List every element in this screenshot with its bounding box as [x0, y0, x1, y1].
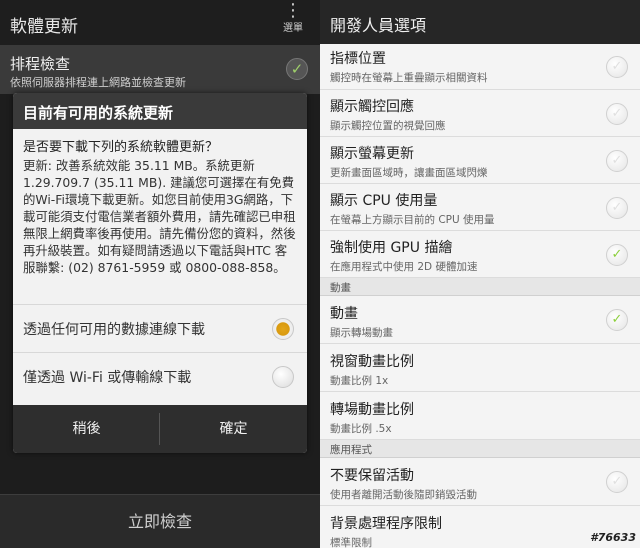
dialog-button-bar: 稍後 確定: [13, 405, 307, 453]
row-subtitle: 動畫比例 .5x: [330, 423, 392, 435]
row-subtitle: 觸控時在螢幕上重疊顯示相關資料: [330, 72, 488, 84]
row-title: 不要保留活動: [330, 468, 414, 484]
section-label: 動畫: [330, 282, 351, 294]
screen-title: 開發人員選項: [330, 16, 427, 35]
option-any-connection-label: 透過任何可用的數據連線下載: [23, 322, 205, 338]
row-title: 背景處理程序限制: [330, 516, 442, 532]
action-bar: 軟體更新 ⋮ 選單: [0, 0, 320, 46]
animation-row[interactable]: 動畫 顯示轉場動畫 ✓: [320, 296, 640, 344]
row-subtitle: 標準限制: [330, 537, 372, 548]
show-cpu-usage-checkbox[interactable]: ✓: [606, 197, 628, 219]
row-title: 視窗動畫比例: [330, 354, 414, 370]
checkmark-icon: ✓: [611, 106, 623, 121]
ok-button[interactable]: 確定: [160, 405, 307, 453]
software-update-screen: 軟體更新 ⋮ 選單 排程檢查 依照伺服器排程連上網路並檢查更新 ✓ 目前有可用的…: [0, 0, 320, 548]
option-any-connection-radio[interactable]: [272, 318, 294, 340]
later-button[interactable]: 稍後: [13, 405, 160, 453]
dont-keep-activities-row[interactable]: 不要保留活動 使用者離開活動後隨即銷毀活動 ✓: [320, 458, 640, 506]
pointer-location-row[interactable]: 指標位置 觸控時在螢幕上重疊顯示相關資料 ✓: [320, 44, 640, 90]
row-title: 強制使用 GPU 描繪: [330, 240, 453, 256]
animation-checkbox[interactable]: ✓: [606, 309, 628, 331]
dont-keep-activities-checkbox[interactable]: ✓: [606, 471, 628, 493]
check-now-button[interactable]: 立即檢查: [0, 495, 320, 548]
transition-animation-scale-row[interactable]: 轉場動畫比例 動畫比例 .5x: [320, 392, 640, 440]
checkmark-icon: ✓: [611, 59, 623, 74]
system-update-dialog: 目前有可用的系統更新 是否要下載下列的系統軟體更新？ 更新: 改善系統效能 35…: [13, 93, 307, 453]
pointer-location-checkbox[interactable]: ✓: [606, 56, 628, 78]
option-wifi-only-radio[interactable]: [272, 366, 294, 388]
watermark: #76633: [590, 531, 636, 544]
row-subtitle: 在螢幕上方顯示目前的 CPU 使用量: [330, 214, 495, 226]
checkmark-icon: ✓: [611, 153, 623, 168]
show-touches-row[interactable]: 顯示觸控回應 顯示觸控位置的視覺回應 ✓: [320, 90, 640, 137]
row-title: 顯示螢幕更新: [330, 146, 414, 162]
schedule-check-title: 排程檢查: [10, 55, 71, 73]
section-label: 應用程式: [330, 444, 372, 456]
checkmark-icon: ✓: [611, 200, 623, 215]
schedule-check-checkbox[interactable]: ✓: [286, 58, 308, 80]
show-cpu-usage-row[interactable]: 顯示 CPU 使用量 在螢幕上方顯示目前的 CPU 使用量 ✓: [320, 184, 640, 231]
section-header-animation: 動畫: [320, 278, 640, 296]
force-gpu-rendering-checkbox[interactable]: ✓: [606, 244, 628, 266]
row-subtitle: 動畫比例 1x: [330, 375, 389, 387]
dialog-header: 目前有可用的系統更新: [13, 93, 307, 129]
window-animation-scale-row[interactable]: 視窗動畫比例 動畫比例 1x: [320, 344, 640, 392]
row-title: 轉場動畫比例: [330, 402, 414, 418]
overflow-dots-icon: ⋮: [284, 0, 302, 21]
bottom-bar: 立即檢查: [0, 494, 320, 548]
checkmark-icon: ✓: [611, 312, 623, 327]
checkmark-icon: ✓: [611, 474, 623, 489]
show-touches-checkbox[interactable]: ✓: [606, 103, 628, 125]
row-title: 顯示 CPU 使用量: [330, 193, 438, 209]
checkmark-icon: ✓: [290, 60, 304, 78]
dialog-body-text: 更新: 改善系統效能 35.11 MB。系統更新1.29.709.7 (35.1…: [23, 158, 296, 275]
row-subtitle: 顯示觸控位置的視覺回應: [330, 120, 446, 132]
row-title: 顯示觸控回應: [330, 99, 414, 115]
screen-title: 軟體更新: [10, 17, 78, 37]
checkmark-icon: ✓: [611, 247, 623, 262]
developer-options-screen: 開發人員選項 指標位置 觸控時在螢幕上重疊顯示相關資料 ✓ 顯示觸控回應 顯示觸…: [320, 0, 640, 548]
schedule-check-row[interactable]: 排程檢查 依照伺服器排程連上網路並檢查更新 ✓: [0, 46, 320, 94]
dialog-title: 目前有可用的系統更新: [23, 104, 174, 122]
action-bar: 開發人員選項: [320, 0, 640, 44]
force-gpu-rendering-row[interactable]: 強制使用 GPU 描繪 在應用程式中使用 2D 硬體加速 ✓: [320, 231, 640, 278]
dialog-question: 是否要下載下列的系統軟體更新？: [23, 140, 219, 155]
show-screen-updates-checkbox[interactable]: ✓: [606, 150, 628, 172]
row-title: 指標位置: [330, 51, 386, 67]
section-header-apps: 應用程式: [320, 440, 640, 458]
schedule-check-subtitle: 依照伺服器排程連上網路並檢查更新: [10, 76, 186, 89]
show-screen-updates-row[interactable]: 顯示螢幕更新 更新畫面區域時，讓畫面區域閃爍 ✓: [320, 137, 640, 184]
option-any-connection[interactable]: 透過任何可用的數據連線下載: [13, 304, 307, 352]
menu-button[interactable]: ⋮ 選單: [276, 0, 310, 35]
row-subtitle: 顯示轉場動畫: [330, 327, 393, 339]
option-wifi-only-label: 僅透過 Wi-Fi 或傳輸線下載: [23, 370, 192, 386]
row-subtitle: 使用者離開活動後隨即銷毀活動: [330, 489, 477, 501]
row-subtitle: 在應用程式中使用 2D 硬體加速: [330, 261, 478, 273]
menu-label: 選單: [283, 23, 303, 34]
option-wifi-only[interactable]: 僅透過 Wi-Fi 或傳輸線下載: [13, 352, 307, 400]
row-subtitle: 更新畫面區域時，讓畫面區域閃爍: [330, 167, 488, 179]
dialog-message: 是否要下載下列的系統軟體更新？ 更新: 改善系統效能 35.11 MB。系統更新…: [23, 139, 299, 276]
row-title: 動畫: [330, 306, 358, 322]
